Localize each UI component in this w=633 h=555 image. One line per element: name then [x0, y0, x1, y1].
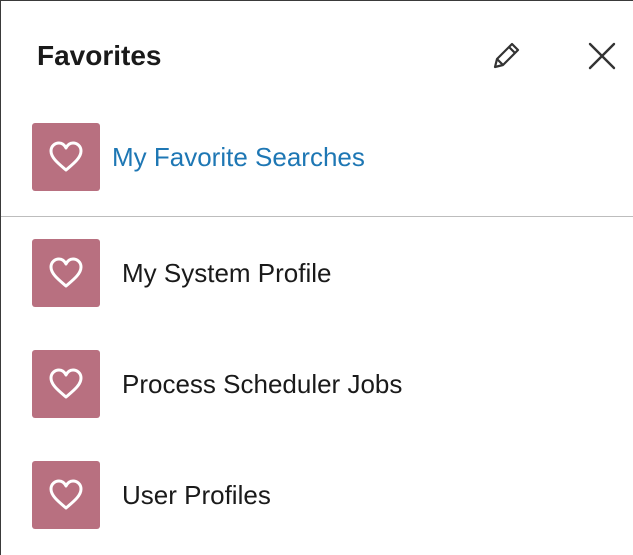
- heart-tile: [32, 123, 100, 191]
- panel-header: Favorites: [1, 1, 633, 105]
- favorite-item-user-profiles[interactable]: User Profiles: [1, 461, 633, 531]
- panel-title: Favorites: [37, 40, 162, 71]
- edit-favorites-button[interactable]: [485, 35, 527, 77]
- heart-icon: [49, 257, 83, 288]
- close-icon: [588, 42, 616, 70]
- my-favorite-searches-link[interactable]: My Favorite Searches: [1, 123, 633, 193]
- close-panel-button[interactable]: [581, 35, 623, 77]
- favorite-item-process-scheduler-jobs[interactable]: Process Scheduler Jobs: [1, 350, 633, 420]
- heart-tile: [32, 239, 100, 307]
- heart-icon: [49, 141, 83, 172]
- favorite-item-label[interactable]: My System Profile: [122, 239, 332, 307]
- heart-icon: [49, 368, 83, 399]
- my-favorite-searches-label[interactable]: My Favorite Searches: [112, 123, 365, 191]
- pencil-icon: [493, 42, 520, 69]
- favorite-item-my-system-profile[interactable]: My System Profile: [1, 239, 633, 309]
- favorite-item-label[interactable]: Process Scheduler Jobs: [122, 350, 402, 418]
- heart-tile: [32, 461, 100, 529]
- heart-tile: [32, 350, 100, 418]
- heart-icon: [49, 479, 83, 510]
- favorites-panel: Favorites My Favorite Searches My System…: [0, 0, 633, 555]
- section-divider: [1, 216, 633, 217]
- favorite-item-label[interactable]: User Profiles: [122, 461, 271, 529]
